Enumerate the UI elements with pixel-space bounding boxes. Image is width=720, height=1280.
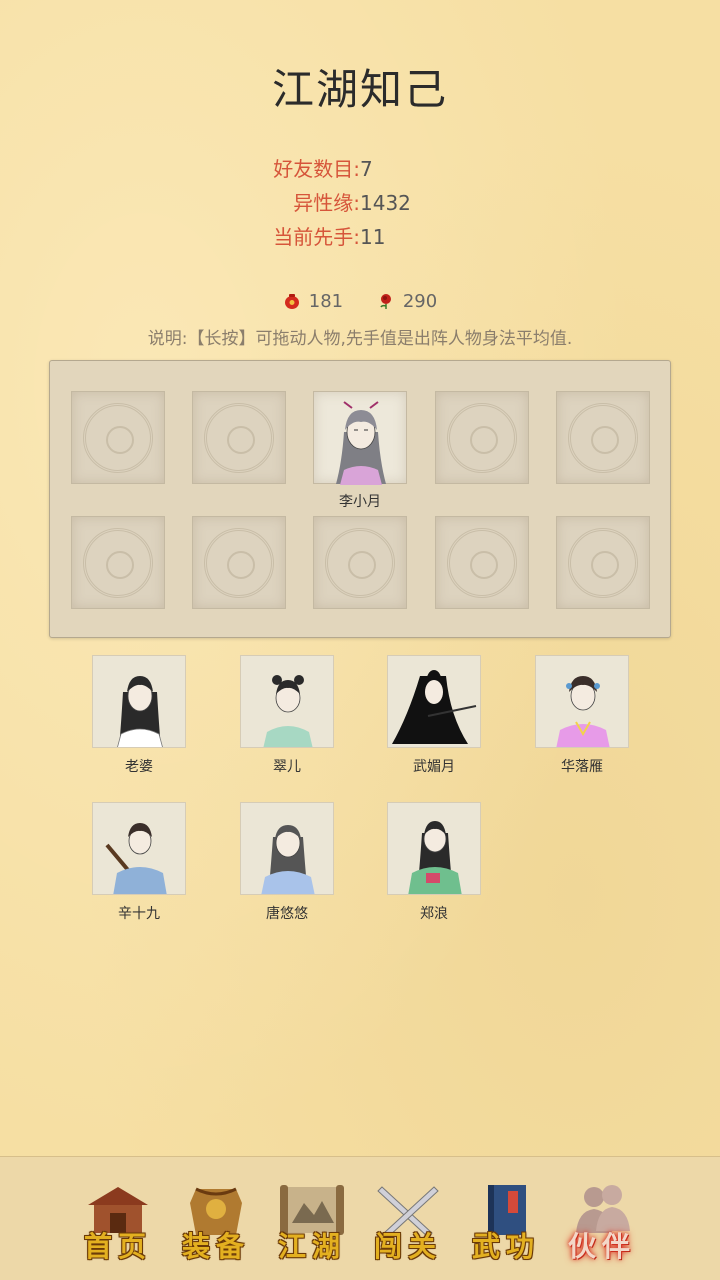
nav-companions[interactable]: 伙伴 bbox=[562, 1175, 642, 1275]
formation-slot[interactable] bbox=[192, 391, 286, 484]
companion-portrait bbox=[387, 802, 481, 895]
coin-emblem-icon bbox=[204, 528, 274, 598]
formation-slot[interactable] bbox=[556, 516, 650, 609]
companion-name: 唐悠悠 bbox=[266, 906, 308, 922]
companion-name: 老婆 bbox=[125, 759, 153, 775]
portrait-drawing bbox=[117, 676, 163, 747]
portrait-drawing bbox=[408, 821, 462, 894]
nav-label: 武功 bbox=[471, 1230, 540, 1263]
companion-card[interactable]: 辛十九 bbox=[92, 802, 186, 922]
companion-name: 武媚月 bbox=[413, 759, 455, 775]
companion-name: 辛十九 bbox=[118, 906, 160, 922]
currency-bar: 181 290 bbox=[0, 290, 720, 312]
nav-equipment[interactable]: 装备 bbox=[176, 1175, 256, 1275]
coin-emblem-icon bbox=[325, 528, 395, 598]
companion-name: 翠儿 bbox=[273, 759, 301, 775]
portrait-drawing bbox=[105, 823, 167, 894]
stat-label: 异性缘: bbox=[293, 191, 360, 215]
nav-challenge[interactable]: 闯关 bbox=[368, 1175, 448, 1275]
companion-portrait bbox=[92, 655, 186, 748]
nav-martial-arts[interactable]: 武功 bbox=[466, 1175, 546, 1275]
stat-value: 11 bbox=[360, 225, 386, 249]
companion-card[interactable]: 华落雁 bbox=[535, 655, 629, 775]
coin-emblem-icon bbox=[83, 403, 153, 473]
formation-slot[interactable] bbox=[71, 516, 165, 609]
formation-slot[interactable] bbox=[435, 391, 529, 484]
coin-emblem-icon bbox=[447, 403, 517, 473]
companion-name: 郑浪 bbox=[420, 906, 448, 922]
bottom-nav: 首页 装备 江湖 闯关 武功 伙伴 bbox=[0, 1156, 720, 1280]
rose-icon bbox=[380, 293, 391, 309]
companion-portrait bbox=[240, 802, 334, 895]
formation-slot-occupied[interactable] bbox=[313, 391, 407, 485]
stat-label: 当前先手: bbox=[273, 225, 360, 249]
nav-label: 装备 bbox=[181, 1230, 250, 1263]
nav-label: 伙伴 bbox=[567, 1230, 636, 1263]
companion-card[interactable]: 翠儿 bbox=[240, 655, 334, 775]
companion-card[interactable]: 武媚月 bbox=[387, 655, 481, 775]
character-portrait bbox=[336, 401, 386, 485]
stats-panel: 好友数目:7 异性缘:1432 当前先手:11 bbox=[0, 154, 720, 256]
portrait-drawing bbox=[392, 670, 477, 744]
charm-row: 异性缘:1432 bbox=[0, 188, 720, 222]
companion-portrait bbox=[535, 655, 629, 748]
rose-currency: 290 bbox=[377, 291, 437, 312]
portrait-drawing bbox=[556, 676, 610, 747]
slot-character-name: 李小月 bbox=[339, 494, 381, 510]
stat-value: 1432 bbox=[360, 191, 411, 215]
pouch-value: 181 bbox=[308, 290, 344, 312]
formation-slot[interactable] bbox=[192, 516, 286, 609]
formation-slot[interactable] bbox=[435, 516, 529, 609]
formation-panel: 李小月 bbox=[49, 360, 671, 638]
nav-home[interactable]: 首页 bbox=[78, 1175, 158, 1275]
portrait-drawing bbox=[261, 825, 315, 894]
nav-world[interactable]: 江湖 bbox=[272, 1175, 352, 1275]
pouch-currency: 181 bbox=[283, 291, 343, 312]
page-title: 江湖知己 bbox=[271, 65, 448, 114]
rose-value: 290 bbox=[402, 290, 438, 312]
companion-card[interactable]: 唐悠悠 bbox=[240, 802, 334, 922]
coin-emblem-icon bbox=[204, 403, 274, 473]
initiative-row: 当前先手:11 bbox=[0, 222, 720, 256]
stat-label: 好友数目: bbox=[273, 157, 360, 181]
formation-slot[interactable] bbox=[71, 391, 165, 484]
formation-slot[interactable] bbox=[313, 516, 407, 609]
friend-count-row: 好友数目:7 bbox=[0, 154, 720, 188]
nav-label: 首页 bbox=[83, 1230, 152, 1263]
companion-card[interactable]: 郑浪 bbox=[387, 802, 481, 922]
companion-card[interactable]: 老婆 bbox=[92, 655, 186, 775]
red-pouch-icon bbox=[284, 293, 299, 309]
nav-label: 江湖 bbox=[277, 1230, 346, 1263]
coin-emblem-icon bbox=[568, 528, 638, 598]
formation-slot[interactable] bbox=[556, 391, 650, 484]
portrait-drawing bbox=[263, 675, 313, 747]
coin-emblem-icon bbox=[447, 528, 517, 598]
companion-portrait bbox=[92, 802, 186, 895]
nav-label: 闯关 bbox=[373, 1230, 442, 1263]
stat-value: 7 bbox=[360, 157, 373, 181]
companion-portrait bbox=[240, 655, 334, 748]
coin-emblem-icon bbox=[568, 403, 638, 473]
companion-name: 华落雁 bbox=[561, 759, 603, 775]
companion-portrait bbox=[387, 655, 481, 748]
coin-emblem-icon bbox=[83, 528, 153, 598]
instruction-text: 说明:【长按】可拖动人物,先手值是出阵人物身法平均值. bbox=[147, 329, 573, 349]
